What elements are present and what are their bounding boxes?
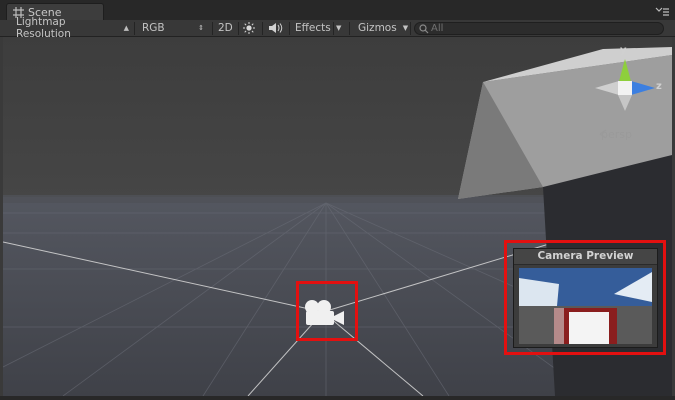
search-icon bbox=[419, 23, 429, 33]
gizmos-dropdown[interactable]: Gizmos ▼ bbox=[358, 21, 408, 35]
effects-dropdown-arrow[interactable]: ▼ bbox=[336, 21, 341, 35]
axis-y-label[interactable]: y bbox=[620, 45, 627, 56]
render-mode-label: RGB bbox=[142, 22, 165, 34]
speaker-icon bbox=[269, 23, 283, 33]
effects-button[interactable]: Effects bbox=[295, 21, 331, 35]
lighting-toggle-button[interactable] bbox=[243, 21, 255, 35]
mode-2d-button[interactable]: 2D bbox=[218, 21, 233, 35]
camera-preview-panel: Camera Preview bbox=[513, 248, 658, 348]
audio-toggle-button[interactable] bbox=[268, 21, 284, 35]
chevron-down-icon: ▼ bbox=[402, 24, 409, 32]
axis-z-label[interactable]: z bbox=[656, 81, 662, 92]
sun-icon bbox=[243, 22, 255, 34]
search-field[interactable]: All bbox=[414, 22, 664, 35]
tab-menu-icon[interactable] bbox=[655, 7, 669, 17]
draw-mode-dropdown[interactable]: Lightmap Resolution ▲ bbox=[16, 16, 129, 40]
search-placeholder: All bbox=[431, 23, 444, 34]
camera-highlight-box bbox=[296, 281, 358, 341]
camera-preview-title: Camera Preview bbox=[514, 249, 657, 265]
scene-toolbar: Lightmap Resolution ▲ RGB ⇕ 2D Effects ▼… bbox=[0, 16, 675, 40]
projection-toggle[interactable]: persp bbox=[601, 128, 632, 141]
gizmos-label: Gizmos bbox=[358, 22, 397, 34]
camera-preview-image bbox=[519, 268, 652, 344]
dropdown-arrows-icon: ⇕ bbox=[198, 24, 204, 32]
chevron-down-icon: ▼ bbox=[336, 24, 342, 32]
window-bottom-edge bbox=[0, 396, 675, 400]
render-mode-dropdown[interactable]: RGB ⇕ bbox=[142, 21, 208, 35]
mode-2d-label: 2D bbox=[218, 22, 233, 34]
dropdown-arrows-icon: ▲ bbox=[123, 24, 129, 32]
effects-label: Effects bbox=[295, 22, 331, 34]
